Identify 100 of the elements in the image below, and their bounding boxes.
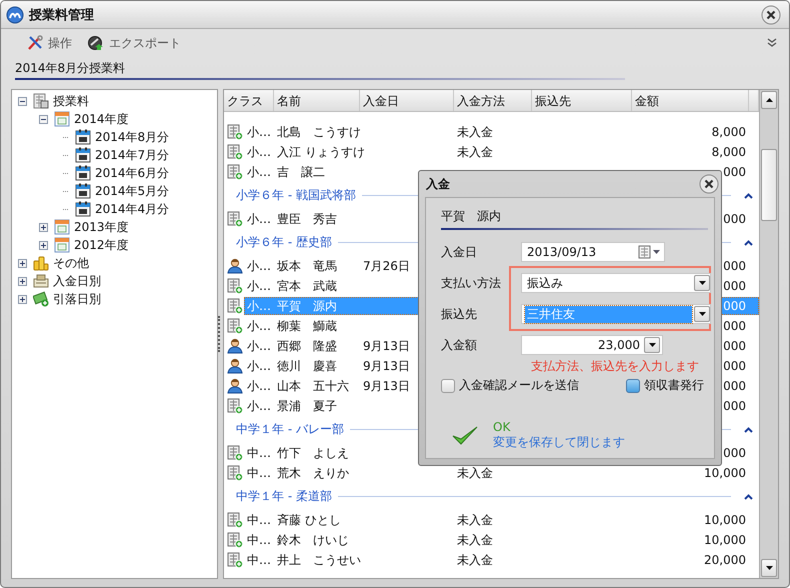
expand-icon[interactable] [39,222,48,232]
tree-item[interactable]: 2014年度 [73,110,130,128]
table-cell: 坂本 竜馬 [277,258,337,272]
tree-item[interactable]: 2014年6月分 [94,164,170,182]
collapse-caret-icon[interactable] [744,240,752,246]
amount-field[interactable]: 23,000 [521,335,663,355]
toolbar-button[interactable]: エクスポート [84,32,185,54]
table-cell: 8,000 [712,125,746,139]
table-cell: 000 [723,259,746,273]
table-cell: 中… [247,532,271,546]
table-cell: 小… [247,212,271,226]
checkbox-label[interactable]: 入金確認メールを送信 [459,377,579,394]
toolbar-button[interactable]: 操作 [23,32,76,54]
expand-icon[interactable] [18,258,27,268]
collapse-caret-icon[interactable] [744,426,752,432]
ledger-icon [33,93,49,109]
expand-icon[interactable] [39,240,48,250]
scroll-up-button[interactable] [761,91,777,109]
expand-icon[interactable] [18,294,27,304]
table-cell: 未入金 [457,552,493,566]
tree-item[interactable]: 2014年8月分 [94,128,170,146]
collapse-caret-icon[interactable] [744,494,752,500]
dialog-title: 入金 [426,176,451,192]
table-cell: 小… [247,338,271,352]
table-cell: 中… [247,446,271,460]
tree-item[interactable]: 2013年度 [73,218,130,236]
close-icon[interactable] [761,4,781,24]
table-cell: 柳葉 鰤蔵 [277,318,337,332]
coins-icon [33,255,49,271]
tree-item[interactable]: その他 [52,254,90,272]
table-cell: 000 [723,446,746,460]
calendar-icon [54,237,70,253]
table-cell: 豊臣 秀吉 [277,212,337,226]
scroll-down-button[interactable] [761,559,777,577]
table-cell: 北島 こうすけ [277,124,361,138]
table-cell: 000 [723,399,746,413]
table-cell: 未入金 [457,466,493,480]
field-label: 支払い方法 [441,274,502,292]
table-cell: 000 [723,279,746,293]
money-icon [33,291,49,307]
close-icon[interactable] [699,174,719,194]
collapse-icon[interactable] [18,96,27,106]
table-cell: 小… [247,298,271,312]
tree-item[interactable]: 引落日別 [52,290,102,308]
table-cell: 小… [247,124,271,138]
collapse-icon[interactable] [39,114,48,124]
section-title: 2014年8月分授業料 [15,60,126,77]
table-cell: 平賀 源内 [277,298,337,312]
table-cell: 徳川 慶喜 [277,358,337,372]
table-cell: 9月13日 [363,378,410,392]
table-cell: 未入金 [457,124,493,138]
tree-item[interactable]: 2014年7月分 [94,146,170,164]
tree-item[interactable]: 2014年4月分 [94,200,170,218]
table-cell: 宮本 武蔵 [277,278,337,292]
table-cell: 荒木 えりか [277,466,349,480]
tree-item[interactable]: 入金日別 [52,272,102,290]
column-header[interactable]: 入金日 [360,90,454,111]
calendar-icon [54,219,70,235]
table-cell: 小… [247,378,271,392]
column-header[interactable]: クラス [224,90,274,111]
field-label: 振込先 [441,306,478,322]
table-cell: 小… [247,318,271,332]
table-cell: 竹下 よしえ [277,446,349,460]
expand-icon[interactable] [18,276,27,286]
field-label: 入金日 [441,244,478,260]
scroll-up-icon [766,98,772,102]
column-header[interactable]: 入金方法 [454,90,532,111]
checkbox-label[interactable]: 領収書発行 [644,377,704,394]
group-header: 中学１年 - バレー部 [236,421,344,438]
person-name: 平賀 源内 [441,208,501,225]
date-field[interactable]: 2013/09/13 [521,242,665,262]
column-header[interactable]: 振込先 [532,90,632,111]
table-cell: 山本 五十六 [277,378,349,392]
table-cell: 20,000 [704,553,746,567]
column-header[interactable]: 名前 [274,90,360,111]
table-cell: 入江 りょうすけ [277,144,365,158]
table-cell: 小… [247,164,271,178]
table-cell: 小… [247,278,271,292]
scrollbar-thumb[interactable] [761,149,777,221]
collapse-caret-icon[interactable] [744,192,752,198]
tree-item[interactable]: 2012年度 [73,236,130,254]
table-cell: 000 [723,379,746,393]
table-cell: 000 [723,212,746,226]
table-cell: 000 [723,299,746,313]
dropdown-field[interactable]: 振込み [521,273,711,293]
tree-item[interactable]: 2014年5月分 [94,182,170,200]
app-logo-icon [6,6,24,24]
export-icon [88,35,104,51]
tree-item[interactable]: 授業料 [52,92,90,110]
checkbox[interactable] [626,378,640,392]
double-chevron-icon[interactable] [767,38,777,48]
checkbox[interactable] [441,378,455,392]
calendar-icon [54,111,70,127]
table-cell: 小… [247,144,271,158]
column-header[interactable]: 金額 [632,90,749,111]
calendar-dropdown-icon[interactable] [638,245,662,259]
table-cell: 10,000 [704,533,746,547]
table-cell: 000 [723,339,746,353]
dropdown-arrow-icon [648,343,656,347]
scroll-down-icon [766,566,772,570]
